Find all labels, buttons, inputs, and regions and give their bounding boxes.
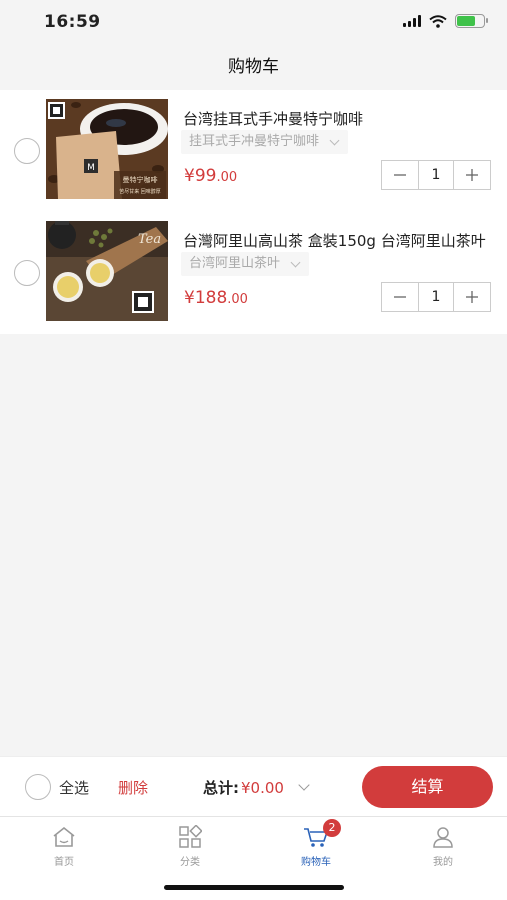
product-price: ¥188.00 [184, 288, 248, 308]
chevron-down-icon [329, 135, 340, 145]
minus-button[interactable] [382, 283, 418, 311]
battery-icon [455, 14, 488, 28]
signal-icon [403, 15, 421, 27]
chevron-down-icon [290, 257, 301, 267]
status-time: 16:59 [44, 12, 101, 32]
category-icon [179, 825, 202, 848]
product-name[interactable]: 台灣阿里山高山茶 盒裝150g 台湾阿里山茶叶 [183, 230, 493, 251]
image-caption: 曼特宁咖啡 [123, 175, 158, 184]
plus-icon [466, 169, 478, 181]
plus-button[interactable] [454, 161, 490, 189]
plus-icon [466, 291, 478, 303]
tab-profile[interactable]: 我的 [408, 823, 478, 868]
quantity-stepper: 1 [381, 160, 491, 190]
select-all-radio[interactable] [25, 774, 51, 800]
cart-item: Tea 台灣阿里山高山茶 盒裝150g 台湾阿里山茶叶 台湾阿里山茶叶 ¥188… [0, 212, 507, 334]
minus-icon [394, 174, 406, 176]
product-image-coffee[interactable]: M 曼特宁咖啡 苦尽甘来 回味醇厚 [46, 99, 168, 199]
tab-home[interactable]: 首页 [29, 823, 99, 868]
chevron-down-icon[interactable] [298, 779, 310, 791]
spec-label: 挂耳式手冲曼特宁咖啡 [189, 134, 320, 149]
status-icons [403, 14, 488, 28]
quantity-value[interactable]: 1 [418, 283, 454, 311]
item-select-radio[interactable] [14, 138, 40, 164]
checkout-bar: 全选 删除 总计: ¥0.00 结算 [0, 756, 507, 816]
plus-button[interactable] [454, 283, 490, 311]
home-indicator [164, 885, 344, 890]
tab-label: 购物车 [301, 857, 331, 868]
tab-label: 我的 [433, 857, 453, 868]
checkout-button[interactable]: 结算 [362, 766, 493, 808]
quantity-stepper: 1 [381, 282, 491, 312]
minus-icon [394, 296, 406, 298]
product-image-tea[interactable]: Tea [46, 221, 168, 321]
product-price: ¥99.00 [184, 166, 238, 186]
svg-text:M: M [87, 163, 95, 173]
item-select-radio[interactable] [14, 260, 40, 286]
product-name[interactable]: 台湾挂耳式手冲曼特宁咖啡 [183, 108, 493, 129]
nav-bar: 购物车 [0, 44, 507, 90]
wifi-icon [429, 14, 447, 28]
total-summary[interactable]: 总计: ¥0.00 [203, 777, 310, 798]
total-label: 总计: [203, 779, 239, 797]
tab-category[interactable]: 分类 [155, 823, 225, 868]
select-all-label[interactable]: 全选 [59, 777, 89, 798]
tab-cart[interactable]: 2 购物车 [281, 819, 351, 868]
tab-label: 首页 [54, 857, 74, 868]
page-title: 购物车 [228, 57, 279, 77]
tab-label: 分类 [180, 857, 200, 868]
quantity-value[interactable]: 1 [418, 161, 454, 189]
home-icon [53, 826, 75, 847]
cart-item: M 曼特宁咖啡 苦尽甘来 回味醇厚 台湾挂耳式手冲曼特宁咖啡 挂耳式手冲曼特宁咖… [0, 90, 507, 212]
cart-badge: 2 [323, 819, 341, 837]
total-amount: ¥0.00 [241, 779, 284, 797]
image-caption: Tea [138, 232, 161, 247]
status-bar: 16:59 [0, 0, 507, 44]
image-caption: 苦尽甘来 回味醇厚 [119, 188, 161, 195]
user-icon [433, 827, 453, 848]
spec-selector[interactable]: 台湾阿里山茶叶 [181, 252, 310, 276]
spec-selector[interactable]: 挂耳式手冲曼特宁咖啡 [181, 130, 349, 154]
spec-label: 台湾阿里山茶叶 [189, 256, 281, 271]
delete-button[interactable]: 删除 [118, 777, 148, 798]
cart-list: M 曼特宁咖啡 苦尽甘来 回味醇厚 台湾挂耳式手冲曼特宁咖啡 挂耳式手冲曼特宁咖… [0, 90, 507, 334]
minus-button[interactable] [382, 161, 418, 189]
